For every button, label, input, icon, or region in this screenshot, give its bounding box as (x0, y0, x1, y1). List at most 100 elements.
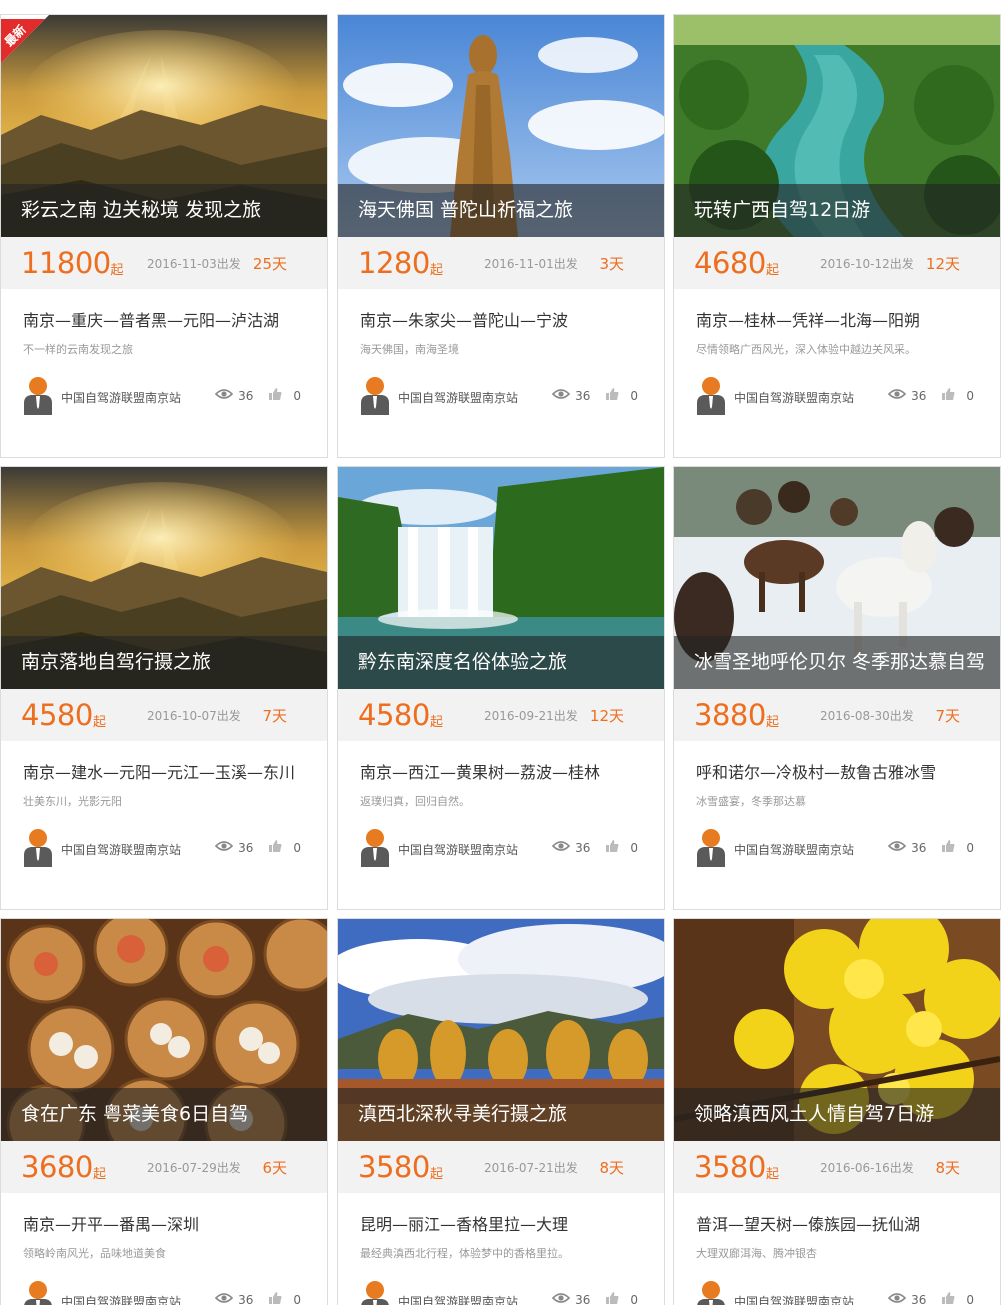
route-path[interactable]: 昆明—丽江—香格里拉—大理 (360, 1211, 568, 1235)
stats: 36 0 (887, 839, 974, 856)
route-path[interactable]: 南京—朱家尖—普陀山—宁波 (360, 307, 568, 331)
avatar[interactable] (360, 829, 390, 867)
avatar[interactable] (360, 1281, 390, 1305)
eye-icon (214, 388, 234, 403)
price: 4680 (694, 246, 766, 280)
thumbs-up-icon[interactable] (605, 1291, 619, 1305)
departure-date: 2016-10-07出发 (147, 709, 241, 723)
route-title[interactable]: 食在广东 粤菜美食6日自驾 (1, 1088, 327, 1141)
route-path[interactable]: 南京—桂林—凭祥—北海—阳朔 (696, 307, 920, 331)
duration: 8天 (935, 1159, 960, 1177)
view-count: 36 (575, 388, 591, 403)
organizer-name[interactable]: 中国自驾游联盟南京站 (61, 1293, 181, 1305)
like-count: 0 (293, 1292, 301, 1305)
price-bar: 3580 起 2016-07-21出发 8天 (338, 1141, 664, 1193)
route-card[interactable]: 滇西北深秋寻美行摄之旅 3580 起 2016-07-21出发 8天 昆明—丽江… (337, 918, 665, 1305)
thumbs-up-icon[interactable] (941, 387, 955, 404)
thumbs-up-icon[interactable] (941, 1291, 955, 1305)
route-photo[interactable]: 滇西北深秋寻美行摄之旅 (338, 919, 664, 1141)
avatar[interactable] (696, 1281, 726, 1305)
view-count: 36 (911, 840, 927, 855)
route-tagline: 返璞归真，回归自然。 (360, 795, 470, 808)
route-card[interactable]: 海天佛国 普陀山祈福之旅 1280 起 2016-11-01出发 3天 南京—朱… (337, 14, 665, 458)
avatar[interactable] (23, 1281, 53, 1305)
route-card[interactable]: 食在广东 粤菜美食6日自驾 3680 起 2016-07-29出发 6天 南京—… (0, 918, 328, 1305)
organizer-name[interactable]: 中国自驾游联盟南京站 (61, 389, 181, 406)
route-path[interactable]: 南京—建水—元阳—元江—玉溪—东川 (23, 759, 295, 783)
price: 3880 (694, 698, 766, 732)
thumbs-up-icon[interactable] (605, 839, 619, 856)
view-count: 36 (238, 388, 254, 403)
route-photo[interactable]: 冰雪圣地呼伦贝尔 冬季那达慕自驾 (674, 467, 1000, 689)
price-suffix: 起 (430, 715, 444, 730)
price-bar: 4580 起 2016-09-21出发 12天 (338, 689, 664, 741)
avatar[interactable] (23, 377, 53, 415)
route-photo[interactable]: 海天佛国 普陀山祈福之旅 (338, 15, 664, 237)
route-title[interactable]: 滇西北深秋寻美行摄之旅 (338, 1088, 664, 1141)
route-path[interactable]: 南京—重庆—普者黑—元阳—泸沽湖 (23, 307, 279, 331)
stats: 36 0 (551, 387, 638, 404)
avatar[interactable] (696, 377, 726, 415)
price-suffix: 起 (430, 263, 444, 278)
eye-icon (887, 388, 907, 403)
organizer-name[interactable]: 中国自驾游联盟南京站 (734, 1293, 854, 1305)
route-title[interactable]: 南京落地自驾行摄之旅 (1, 636, 327, 689)
thumbs-up-icon[interactable] (268, 839, 282, 856)
avatar[interactable] (360, 377, 390, 415)
organizer-name[interactable]: 中国自驾游联盟南京站 (398, 841, 518, 858)
price-bar: 3580 起 2016-06-16出发 8天 (674, 1141, 1000, 1193)
route-photo[interactable]: 领略滇西风土人情自驾7日游 (674, 919, 1000, 1141)
route-photo[interactable]: 黔东南深度名俗体验之旅 (338, 467, 664, 689)
thumbs-up-icon[interactable] (605, 387, 619, 404)
view-count: 36 (238, 1292, 254, 1305)
route-path[interactable]: 呼和诺尔—冷极村—敖鲁古雅冰雪 (696, 759, 936, 783)
route-card[interactable]: 玩转广西自驾12日游 4680 起 2016-10-12出发 12天 南京—桂林… (673, 14, 1001, 458)
route-card[interactable]: 南京落地自驾行摄之旅 4580 起 2016-10-07出发 7天 南京—建水—… (0, 466, 328, 910)
route-title[interactable]: 冰雪圣地呼伦贝尔 冬季那达慕自驾 (674, 636, 1000, 689)
route-photo[interactable]: 食在广东 粤菜美食6日自驾 (1, 919, 327, 1141)
like-count: 0 (966, 840, 974, 855)
route-path[interactable]: 南京—西江—黄果树—荔波—桂林 (360, 759, 600, 783)
route-path[interactable]: 南京—开平—番禺—深圳 (23, 1211, 199, 1235)
route-photo[interactable]: 玩转广西自驾12日游 (674, 15, 1000, 237)
price-suffix: 起 (766, 715, 780, 730)
avatar[interactable] (23, 829, 53, 867)
organizer-name[interactable]: 中国自驾游联盟南京站 (398, 389, 518, 406)
route-photo[interactable]: 最新 彩云之南 边关秘境 发现之旅 (1, 15, 327, 237)
route-title[interactable]: 黔东南深度名俗体验之旅 (338, 636, 664, 689)
price-bar: 4680 起 2016-10-12出发 12天 (674, 237, 1000, 289)
duration: 6天 (262, 1159, 287, 1177)
price: 3680 (21, 1150, 93, 1184)
organizer-name[interactable]: 中国自驾游联盟南京站 (61, 841, 181, 858)
price-bar: 3880 起 2016-08-30出发 7天 (674, 689, 1000, 741)
organizer-name[interactable]: 中国自驾游联盟南京站 (734, 389, 854, 406)
price-suffix: 起 (766, 1167, 780, 1182)
route-title[interactable]: 海天佛国 普陀山祈福之旅 (338, 184, 664, 237)
like-count: 0 (630, 1292, 638, 1305)
route-card[interactable]: 最新 彩云之南 边关秘境 发现之旅 11800 起 2016-11-03出发 2… (0, 14, 328, 458)
route-tagline: 领略岭南风光，品味地道美食 (23, 1247, 166, 1260)
organizer-name[interactable]: 中国自驾游联盟南京站 (398, 1293, 518, 1305)
route-tagline: 冰雪盛宴，冬季那达慕 (696, 795, 806, 808)
thumbs-up-icon[interactable] (268, 387, 282, 404)
stats: 36 0 (551, 1291, 638, 1305)
price-bar: 3680 起 2016-07-29出发 6天 (1, 1141, 327, 1193)
eye-icon (214, 1292, 234, 1305)
route-title[interactable]: 玩转广西自驾12日游 (674, 184, 1000, 237)
organizer-name[interactable]: 中国自驾游联盟南京站 (734, 841, 854, 858)
departure-date: 2016-11-01出发 (484, 257, 578, 271)
route-card[interactable]: 冰雪圣地呼伦贝尔 冬季那达慕自驾 3880 起 2016-08-30出发 7天 … (673, 466, 1001, 910)
route-path[interactable]: 普洱—望天树—傣族园—抚仙湖 (696, 1211, 920, 1235)
route-card[interactable]: 领略滇西风土人情自驾7日游 3580 起 2016-06-16出发 8天 普洱—… (673, 918, 1001, 1305)
route-title[interactable]: 领略滇西风土人情自驾7日游 (674, 1088, 1000, 1141)
route-title[interactable]: 彩云之南 边关秘境 发现之旅 (1, 184, 327, 237)
thumbs-up-icon[interactable] (268, 1291, 282, 1305)
route-card[interactable]: 黔东南深度名俗体验之旅 4580 起 2016-09-21出发 12天 南京—西… (337, 466, 665, 910)
route-photo[interactable]: 南京落地自驾行摄之旅 (1, 467, 327, 689)
departure-date: 2016-09-21出发 (484, 709, 578, 723)
avatar[interactable] (696, 829, 726, 867)
new-badge: 最新 (1, 15, 53, 67)
route-tagline: 壮美东川，光影元阳 (23, 795, 122, 808)
eye-icon (551, 388, 571, 403)
thumbs-up-icon[interactable] (941, 839, 955, 856)
